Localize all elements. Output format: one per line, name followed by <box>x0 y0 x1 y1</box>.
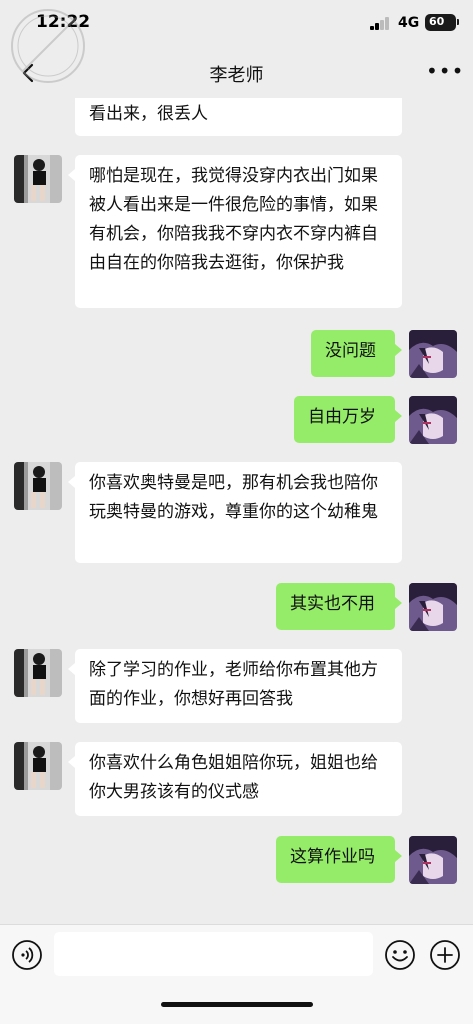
status-time: 12:22 <box>36 12 91 32</box>
signal-icon <box>370 17 390 30</box>
outgoing-message-bubble[interactable]: 其实也不用 <box>276 583 402 630</box>
user-avatar[interactable] <box>409 836 457 884</box>
emoji-icon[interactable] <box>384 939 416 971</box>
outgoing-message-bubble[interactable]: 没问题 <box>311 330 402 377</box>
user-avatar[interactable] <box>409 396 457 444</box>
home-indicator[interactable] <box>161 1002 313 1007</box>
input-bar <box>0 924 473 1024</box>
battery-cap <box>457 19 459 25</box>
teacher-avatar[interactable] <box>14 742 62 790</box>
outgoing-message-bubble[interactable]: 自由万岁 <box>294 396 402 443</box>
teacher-avatar[interactable] <box>14 155 62 203</box>
chat-title: 李老师 <box>209 65 264 86</box>
incoming-message-bubble[interactable]: 你喜欢什么角色姐姐陪你玩，姐姐也给你大男孩该有的仪式感 <box>68 742 402 816</box>
chat-screen: 12:22 4G 60 李老师 ••• 看出来，很丢人 哪怕是现在，我觉得没穿内… <box>0 0 473 1024</box>
outgoing-message-bubble[interactable]: 这算作业吗 <box>276 836 402 883</box>
battery-icon: 60 <box>425 14 456 31</box>
user-avatar[interactable] <box>409 330 457 378</box>
chat-header: 李老师 ••• <box>0 48 473 98</box>
teacher-avatar[interactable] <box>14 462 62 510</box>
plus-icon[interactable] <box>429 939 461 971</box>
more-dots-icon[interactable]: ••• <box>426 60 463 84</box>
incoming-message-bubble[interactable]: 哪怕是现在，我觉得没穿内衣出门如果被人看出来是一件很危险的事情，如果有机会，你陪… <box>68 155 402 308</box>
battery-level: 60 <box>429 15 445 28</box>
incoming-message-bubble[interactable]: 你喜欢奥特曼是吧，那有机会我也陪你玩奥特曼的游戏，尊重你的这个幼稚鬼 <box>68 462 402 563</box>
incoming-message-bubble[interactable]: 除了学习的作业，老师给你布置其他方面的作业，你想好再回答我 <box>68 649 402 723</box>
network-label: 4G <box>398 15 420 31</box>
incoming-message-bubble[interactable]: 看出来，很丢人 <box>75 98 402 136</box>
status-bar: 12:22 4G 60 <box>0 0 473 48</box>
message-input[interactable] <box>54 932 373 976</box>
message-list: 看出来，很丢人 哪怕是现在，我觉得没穿内衣出门如果被人看出来是一件很危险的事情，… <box>0 98 473 924</box>
teacher-avatar[interactable] <box>14 649 62 697</box>
user-avatar[interactable] <box>409 583 457 631</box>
voice-icon[interactable] <box>11 939 43 971</box>
